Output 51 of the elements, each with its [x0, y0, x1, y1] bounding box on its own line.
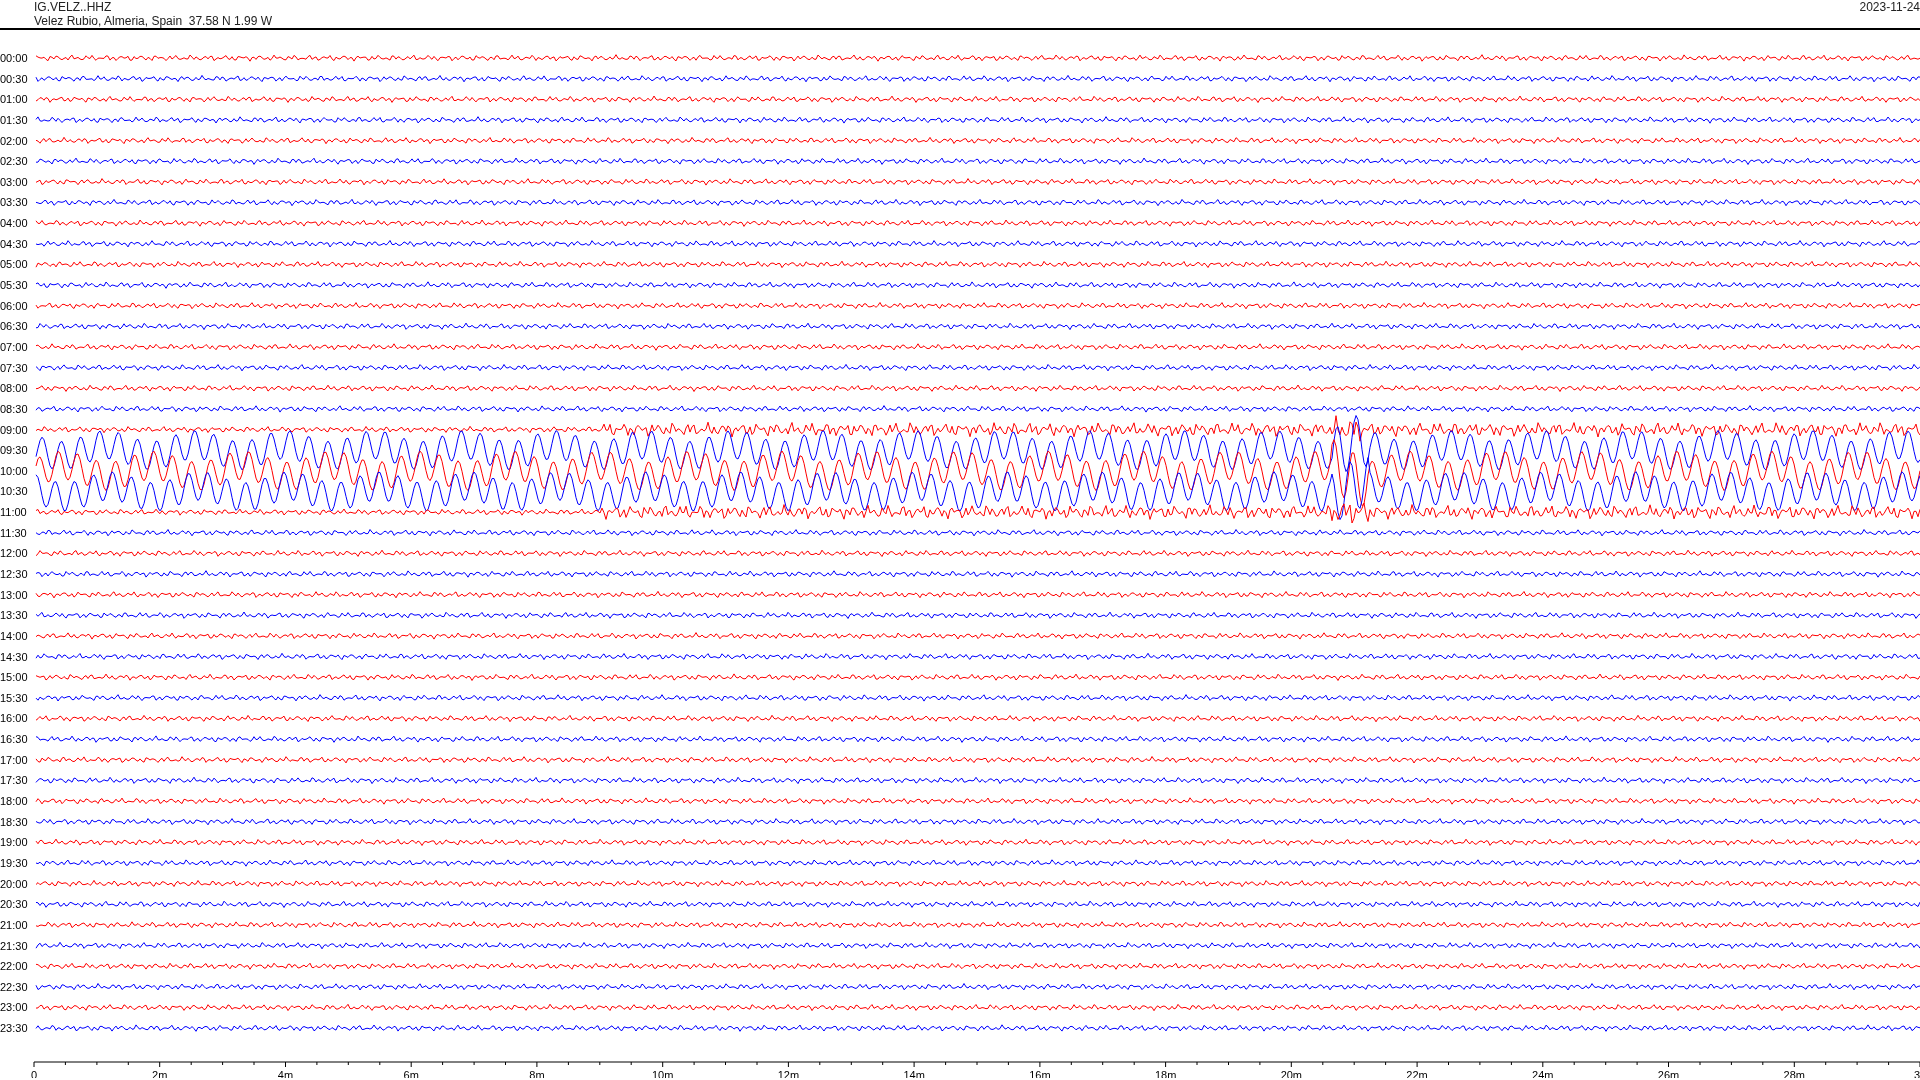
time-label: 13:00: [0, 588, 28, 601]
time-label: 22:30: [0, 980, 28, 993]
time-label: 22:00: [0, 960, 28, 973]
time-label: 18:30: [0, 815, 28, 828]
time-label: 05:00: [0, 258, 28, 271]
time-label: 21:00: [0, 918, 28, 931]
date-label: 2023-11-24: [1859, 0, 1920, 14]
time-label: 20:00: [0, 877, 28, 890]
time-label: 10:30: [0, 485, 28, 498]
time-label: 05:30: [0, 279, 28, 292]
time-label: 17:00: [0, 753, 28, 766]
time-label: 03:00: [0, 175, 28, 188]
time-label: 18:00: [0, 795, 28, 808]
time-label: 23:00: [0, 1001, 28, 1014]
time-label: 08:00: [0, 382, 28, 395]
time-label: 19:00: [0, 836, 28, 849]
time-label: 01:30: [0, 113, 28, 126]
time-label: 08:30: [0, 402, 28, 415]
time-label: 19:30: [0, 856, 28, 869]
time-label: 13:30: [0, 609, 28, 622]
time-label: 16:30: [0, 733, 28, 746]
time-label: 01:00: [0, 93, 28, 106]
time-label: 11:00: [0, 506, 27, 519]
station-location: Velez Rubio, Almeria, Spain 37.58 N 1.99 W: [34, 14, 273, 28]
time-label: 09:30: [0, 444, 28, 457]
time-label: 15:00: [0, 671, 28, 684]
time-label: 02:00: [0, 134, 28, 147]
time-label: 00:00: [0, 52, 28, 64]
time-label: 12:00: [0, 547, 28, 560]
time-label: 23:30: [0, 1022, 28, 1035]
time-label: 21:30: [0, 939, 28, 952]
time-label: 14:30: [0, 650, 28, 663]
time-label: 04:00: [0, 217, 28, 230]
time-label: 20:30: [0, 898, 28, 911]
time-label: 16:00: [0, 712, 28, 725]
time-label: 00:30: [0, 72, 28, 85]
station-code: IG.VELZ..HHZ: [34, 0, 112, 14]
time-label: 17:30: [0, 774, 28, 787]
time-label: 15:30: [0, 691, 28, 704]
time-label: 06:00: [0, 299, 28, 312]
time-label: 03:30: [0, 196, 28, 209]
time-label: 11:30: [0, 526, 27, 539]
time-label: 02:30: [0, 155, 28, 168]
time-label: 12:30: [0, 568, 28, 580]
time-label: 07:00: [0, 340, 28, 353]
time-label: 09:00: [0, 423, 28, 436]
time-label: 04:30: [0, 237, 28, 250]
time-label: 14:00: [0, 629, 28, 642]
time-label: 07:30: [0, 361, 28, 374]
time-label: 06:30: [0, 320, 28, 333]
time-label: 10:00: [0, 464, 28, 477]
